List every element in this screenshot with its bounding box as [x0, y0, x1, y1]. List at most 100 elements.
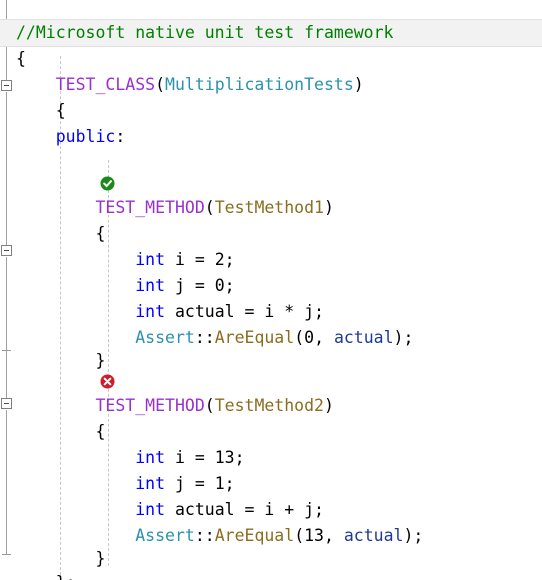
code-token-keyword: int: [135, 500, 166, 519]
code-line-text: Assert::AreEqual(0, actual);: [16, 328, 413, 347]
code-line-text: int i = 13;: [16, 448, 245, 467]
code-token-punct: ,: [324, 526, 344, 545]
test-passed-icon[interactable]: [100, 176, 115, 191]
code-line[interactable]: int actual = i * j;: [16, 299, 324, 325]
code-line-text: {: [16, 49, 26, 68]
code-line[interactable]: int i = 2;: [16, 247, 235, 273]
code-token-keyword: int: [135, 250, 166, 269]
code-line[interactable]: TEST_CLASS(MultiplicationTests): [16, 72, 364, 98]
code-token-func: TestMethod2: [214, 396, 324, 415]
code-line[interactable]: }: [16, 546, 105, 572]
code-token-keyword: int: [135, 448, 166, 467]
code-token-punct: };: [56, 573, 76, 580]
code-token-punct: (: [204, 198, 215, 217]
code-token-type: MultiplicationTests: [165, 75, 354, 94]
collapse-region-minus-icon[interactable]: [1, 398, 12, 409]
code-token-num: 2: [214, 250, 225, 269]
code-token-keyword: public: [55, 127, 116, 146]
code-line[interactable]: public:: [16, 124, 126, 150]
code-token-num: 13: [304, 526, 324, 545]
code-token-plain: i =: [165, 448, 215, 467]
outline-vertical-line: [6, 92, 7, 245]
code-token-macro: TEST_METHOD: [95, 396, 205, 415]
code-line-text: TEST_METHOD(TestMethod2): [16, 396, 333, 415]
code-line-text: TEST_CLASS(MultiplicationTests): [16, 75, 364, 94]
code-token-punct: {: [16, 49, 26, 68]
code-token-punct: ;: [224, 250, 235, 269]
code-token-punct: ;: [234, 448, 245, 467]
code-line-current[interactable]: //Microsoft native unit test framework: [0, 19, 542, 47]
code-line-text: {: [16, 101, 66, 120]
code-token-punct: (: [155, 75, 166, 94]
code-line[interactable]: int j = 0;: [16, 273, 235, 299]
code-token-punct: }: [95, 351, 106, 370]
code-token-punct: ::: [194, 526, 215, 545]
code-line[interactable]: {: [16, 46, 26, 72]
code-token-var: actual: [343, 526, 404, 545]
code-line[interactable]: TEST_METHOD(TestMethod2): [16, 393, 333, 419]
code-token-plain: actual = i * j;: [165, 302, 324, 321]
code-line[interactable]: TEST_METHOD(TestMethod1): [16, 195, 333, 221]
code-line[interactable]: int j = 1;: [16, 471, 234, 497]
collapse-region-minus-icon[interactable]: [1, 245, 12, 256]
outline-region-end-tick: [2, 350, 11, 351]
code-line-text: }: [16, 549, 105, 568]
code-line[interactable]: };: [16, 570, 76, 580]
code-token-punct: ;: [224, 276, 235, 295]
code-token-punct: {: [95, 422, 106, 441]
code-token-punct: {: [95, 224, 106, 243]
code-line-text: //Microsoft native unit test framework: [0, 20, 394, 46]
code-line[interactable]: {: [16, 221, 105, 247]
outline-region-end-tick: [2, 554, 11, 555]
code-token-punct: ): [353, 75, 364, 94]
code-token-punct: );: [393, 328, 414, 347]
code-line[interactable]: }: [16, 348, 105, 374]
code-line[interactable]: int actual = i + j;: [16, 497, 324, 523]
code-token-punct: {: [55, 101, 66, 120]
code-surface[interactable]: //Microsoft native unit test framework{ …: [0, 0, 542, 580]
code-line-text: TEST_METHOD(TestMethod1): [16, 198, 333, 217]
code-line-text: };: [16, 573, 76, 580]
code-line[interactable]: int i = 13;: [16, 445, 245, 471]
code-line[interactable]: {: [16, 98, 66, 124]
code-token-plain: j =: [165, 276, 215, 295]
code-token-punct: ::: [194, 328, 215, 347]
code-token-punct: }: [95, 549, 106, 568]
code-token-var: actual: [333, 328, 394, 347]
code-token-func: AreEqual: [214, 328, 295, 347]
code-token-func: AreEqual: [214, 526, 295, 545]
code-token-punct: );: [403, 526, 424, 545]
code-token-punct: (: [294, 328, 305, 347]
code-line[interactable]: {: [16, 419, 105, 445]
code-line-text: public:: [16, 127, 126, 146]
code-editor[interactable]: //Microsoft native unit test framework{ …: [0, 0, 542, 580]
test-failed-icon[interactable]: [100, 374, 115, 389]
collapse-region-minus-icon[interactable]: [1, 80, 12, 91]
code-line-text: Assert::AreEqual(13, actual);: [16, 526, 423, 545]
code-token-keyword: int: [135, 302, 166, 321]
code-line-text: int actual = i + j;: [16, 500, 324, 519]
code-token-num: 13: [214, 448, 235, 467]
code-token-macro: TEST_METHOD: [95, 198, 205, 217]
code-token-macro: TEST_CLASS: [55, 75, 156, 94]
outlining-margin[interactable]: [0, 0, 16, 580]
code-token-num: 0: [214, 276, 225, 295]
code-token-num: 1: [214, 474, 225, 493]
code-line-text: int actual = i * j;: [16, 302, 324, 321]
outline-vertical-line: [6, 350, 7, 398]
code-token-keyword: int: [135, 474, 166, 493]
